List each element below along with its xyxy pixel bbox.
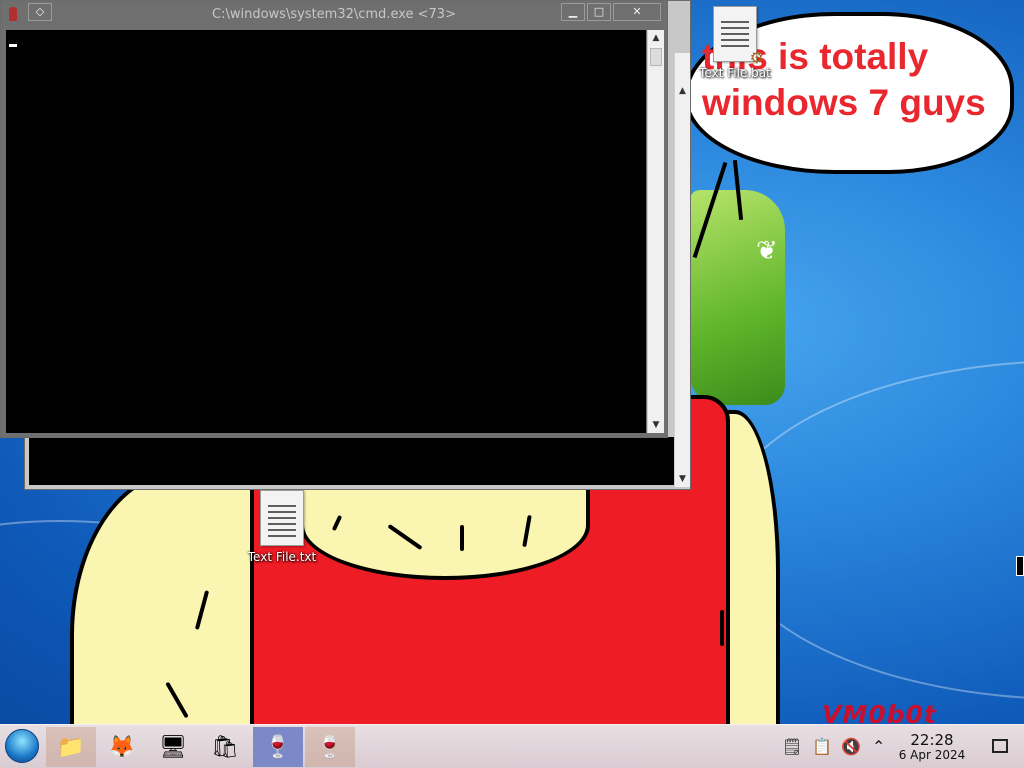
- vmobot-watermark: VM0b0t: [822, 700, 937, 724]
- batch-file-icon: ⚙: [713, 6, 764, 67]
- bag-icon: 🛍: [211, 734, 239, 760]
- clock-time[interactable]: 22:28: [892, 731, 972, 749]
- desktop-icon-bat[interactable]: ⚙ Text File.bat: [690, 6, 780, 80]
- text-cursor: [9, 44, 17, 47]
- close-button[interactable]: ✕: [613, 3, 661, 21]
- show-desktop-icon[interactable]: [992, 739, 1008, 753]
- mouse-cursor-icon: [1016, 556, 1024, 576]
- maximize-button[interactable]: □: [587, 3, 611, 21]
- text-file-icon: [260, 490, 304, 546]
- taskbar: 📁 🦊 🖥 🛍 🍷 🍷 🗒 📋 🔇 ⌃ 22:28 6 Apr 2024: [0, 724, 1024, 768]
- background-console-area: [29, 437, 674, 485]
- minimize-button[interactable]: ▁: [561, 3, 585, 21]
- taskbar-bag-app[interactable]: 🛍: [200, 727, 250, 767]
- chevron-up-icon[interactable]: ⌃: [872, 737, 885, 756]
- desktop-icon-txt[interactable]: Text File.txt: [237, 490, 327, 564]
- console-output[interactable]: [6, 30, 646, 433]
- monitor-icon: 🖥: [159, 734, 187, 760]
- taskbar-wine-running[interactable]: 🍷: [253, 727, 303, 767]
- taskbar-wine[interactable]: 🍷: [305, 727, 355, 767]
- scroll-up-icon[interactable]: ▲: [648, 30, 664, 46]
- cmd-titlebar[interactable]: ◇ C:\windows\system32\cmd.exe <73> ▁ □ ✕: [1, 1, 667, 29]
- taskbar-firefox[interactable]: 🦊: [97, 727, 147, 767]
- volume-muted-icon[interactable]: 🔇: [841, 737, 861, 756]
- taskbar-control-panel[interactable]: 🖥: [148, 727, 198, 767]
- wine-glass-icon: 🍷: [264, 734, 292, 760]
- clipboard-icon[interactable]: 📋: [812, 737, 832, 756]
- cmd-scrollbar[interactable]: ▲ ▼: [647, 30, 664, 433]
- paint-stroke: [720, 610, 724, 646]
- scroll-down-icon[interactable]: ▼: [648, 417, 664, 433]
- gear-icon: ⚙: [749, 48, 764, 67]
- scroll-down-icon[interactable]: ▼: [675, 471, 690, 487]
- wine-glass-icon: 🍷: [316, 734, 344, 760]
- system-tray: 🗒 📋 🔇 ⌃ 22:28 6 Apr 2024: [774, 725, 1024, 768]
- desktop-icon-label: Text File.bat: [699, 66, 771, 80]
- background-scrollbar[interactable]: ▲ ▼: [674, 53, 690, 487]
- notes-icon[interactable]: 🗒: [782, 737, 802, 756]
- clock-date[interactable]: 6 Apr 2024: [892, 748, 972, 762]
- folder-icon: 📁: [57, 734, 85, 760]
- start-button[interactable]: [5, 729, 39, 763]
- paint-stroke: [460, 525, 464, 551]
- butterfly-icon: ❦: [756, 236, 778, 266]
- cmd-window[interactable]: ◇ C:\windows\system32\cmd.exe <73> ▁ □ ✕…: [0, 0, 668, 438]
- scroll-up-icon[interactable]: ▲: [675, 83, 690, 99]
- taskbar-file-manager[interactable]: 📁: [46, 727, 96, 767]
- firefox-icon: 🦊: [108, 734, 136, 760]
- scroll-thumb[interactable]: [650, 48, 662, 66]
- desktop-icon-label: Text File.txt: [247, 550, 317, 564]
